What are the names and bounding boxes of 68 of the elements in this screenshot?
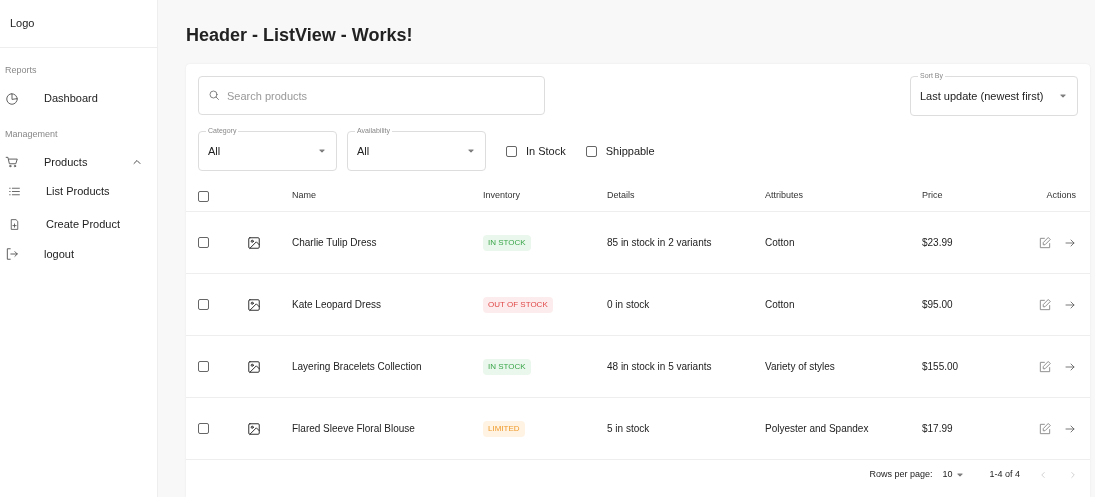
status-badge: OUT OF STOCK	[483, 297, 553, 313]
image-icon	[247, 235, 261, 250]
nav-item[interactable]: Dashboard	[0, 85, 157, 112]
status-badge: LIMITED	[483, 421, 525, 437]
image-icon	[247, 359, 261, 374]
section-label: Reports	[4, 64, 38, 77]
table-cell-text: Cotton	[765, 236, 796, 250]
search-icon	[208, 89, 220, 101]
column-header: Attributes	[765, 189, 805, 203]
checkbox[interactable]	[198, 237, 209, 248]
image-icon	[247, 421, 261, 436]
checkbox-label: Shippable	[605, 143, 655, 159]
nav-item[interactable]: logout	[0, 241, 157, 267]
pagination-range: 1-4 of 4	[989, 468, 1020, 482]
checkbox[interactable]	[198, 361, 209, 372]
checkbox[interactable]	[198, 423, 209, 434]
table-cell-text: Variety of styles	[765, 360, 836, 374]
table-cell-text: $17.99	[922, 422, 954, 436]
checkbox[interactable]	[585, 145, 597, 157]
logo: Logo	[10, 16, 35, 32]
table-cell-text: 0 in stock	[607, 298, 651, 312]
column-header: Name	[292, 189, 317, 203]
checkbox[interactable]	[198, 299, 209, 310]
rows-per-page-select[interactable]: 10	[942, 468, 966, 482]
table-cell-text: Polyester and Spandex	[765, 422, 870, 436]
column-header: Price	[922, 189, 944, 203]
edit-icon	[1038, 297, 1052, 312]
cart-icon	[5, 155, 19, 169]
search-field[interactable]: Search products	[198, 76, 545, 115]
nav-item[interactable]: Products	[0, 149, 157, 175]
table-cell-text: 48 in stock in 5 variants	[607, 360, 713, 374]
chevron-left-icon	[1038, 470, 1048, 480]
table-cell-text: Kate Leopard Dress	[292, 298, 382, 312]
logout-icon	[5, 247, 19, 261]
section-label: Management	[4, 127, 59, 141]
image-icon	[247, 297, 261, 312]
page-title: Header - ListView - Works!	[186, 26, 414, 44]
table-cell-text: Flared Sleeve Floral Blouse	[292, 422, 416, 436]
checkbox-label: In Stock	[526, 143, 566, 159]
checkbox[interactable]	[198, 190, 209, 202]
edit-icon	[1038, 235, 1052, 250]
table-cell-text: $155.00	[922, 360, 960, 374]
table-cell-text: 5 in stock	[607, 422, 651, 436]
table-cell-text: $23.99	[922, 236, 954, 250]
table-cell-text: $95.00	[922, 298, 954, 312]
table-cell-text: Layering Bracelets Collection	[292, 360, 423, 374]
chevron-right-icon	[1068, 470, 1078, 480]
status-badge: IN STOCK	[483, 359, 531, 375]
table-cell-text: Cotton	[765, 298, 796, 312]
edit-button[interactable]	[1038, 297, 1052, 312]
checkbox[interactable]	[506, 145, 517, 157]
pagination-label: Rows per page:	[869, 468, 933, 482]
table-cell-text: 85 in stock in 2 variants	[607, 236, 713, 250]
edit-button[interactable]	[1038, 235, 1052, 250]
list-icon	[8, 185, 21, 198]
edit-button[interactable]	[1038, 359, 1052, 374]
table-cell-text: Charlie Tulip Dress	[292, 236, 378, 250]
nav-subitem[interactable]: Create Product	[0, 208, 157, 241]
file-plus-icon	[8, 218, 21, 231]
pie-chart-icon	[5, 91, 19, 106]
edit-button[interactable]	[1038, 421, 1052, 436]
status-badge: IN STOCK	[483, 235, 531, 251]
column-header: Inventory	[483, 189, 522, 203]
edit-icon	[1038, 421, 1052, 436]
column-header: Details	[607, 189, 636, 203]
nav-subitem[interactable]: List Products	[0, 175, 157, 208]
edit-icon	[1038, 359, 1052, 374]
column-header: Actions	[1045, 189, 1077, 203]
